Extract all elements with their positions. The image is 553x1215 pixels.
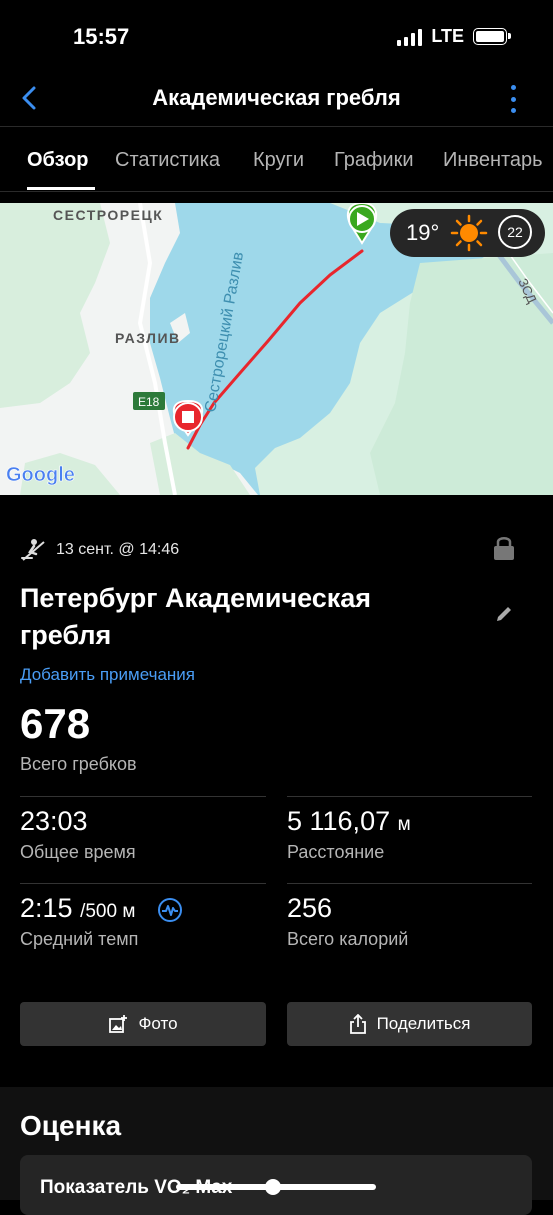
tab-laps[interactable]: Круги	[253, 149, 304, 172]
photo-button[interactable]: Фото	[20, 1002, 266, 1046]
tab-statistics[interactable]: Статистика	[115, 149, 220, 172]
divider	[0, 191, 553, 192]
stat-pace-unit: /500 м	[80, 901, 136, 922]
status-indicators: LTE	[397, 26, 511, 47]
add-photo-icon	[109, 1015, 128, 1033]
activity-meta: 13 сент. @ 14:46	[20, 537, 179, 563]
tab-overview[interactable]: Обзор	[27, 149, 89, 172]
share-button-label: Поделиться	[376, 1014, 471, 1033]
stat-distance-value: 5 116,07 м	[287, 806, 411, 837]
map-label-road: E18	[138, 395, 160, 409]
tab-gear[interactable]: Инвентарь	[443, 149, 543, 172]
share-button[interactable]: Поделиться	[287, 1002, 532, 1046]
page-title: Академическая гребля	[152, 85, 401, 110]
tab-bar: Обзор Статистика Круги Графики Инвентарь	[0, 127, 553, 191]
tab-charts[interactable]: Графики	[334, 149, 414, 172]
divider	[20, 796, 266, 797]
status-bar: 15:57 LTE	[0, 0, 553, 76]
weather-badge: 19° 22	[390, 209, 545, 257]
pencil-icon[interactable]	[494, 604, 514, 624]
heart-rate-zone-icon[interactable]	[157, 897, 183, 923]
divider	[20, 883, 266, 884]
weather-temperature: 19°	[406, 220, 440, 245]
stat-distance-label: Расстояние	[287, 842, 385, 862]
more-dot-icon	[510, 108, 516, 113]
stat-time-label: Общее время	[20, 842, 136, 862]
network-type: LTE	[431, 26, 464, 46]
more-dot-icon	[510, 96, 516, 102]
stat-pace-label: Средний темп	[20, 929, 139, 949]
sun-icon	[450, 214, 488, 252]
active-tab-indicator	[27, 187, 95, 190]
photo-button-label: Фото	[138, 1014, 178, 1033]
share-icon	[349, 1014, 366, 1034]
total-strokes-value: 678	[20, 700, 91, 747]
wind-speed: 22	[507, 224, 523, 240]
activity-name: Петербург Академическая гребля	[20, 583, 372, 650]
divider	[287, 796, 532, 797]
signal-icon	[397, 28, 423, 46]
battery-icon	[473, 28, 511, 45]
stat-distance-unit: м	[397, 814, 411, 835]
stat-distance-number: 5 116,07	[287, 806, 391, 836]
assessment-title: Оценка	[20, 1110, 122, 1141]
stat-calories-label: Всего калорий	[287, 929, 409, 949]
home-indicator[interactable]	[176, 1184, 376, 1190]
add-notes-link[interactable]: Добавить примечания	[20, 665, 195, 685]
stat-calories-value: 256	[287, 893, 332, 924]
stat-calories-number: 256	[287, 893, 333, 923]
stat-pace-value: 2:15 /500 м	[20, 893, 135, 924]
activity-date: 13 сент. @ 14:46	[56, 541, 180, 558]
map-label-sestroretsk: СЕСТРОРЕЦК	[53, 207, 163, 223]
divider	[287, 883, 532, 884]
stat-time-number: 23:03	[20, 806, 88, 836]
lock-icon[interactable]	[492, 534, 516, 562]
navigation-bar: Академическая гребля	[0, 76, 553, 126]
wind-direction-icon: 22	[498, 215, 532, 249]
total-strokes-label: Всего гребков	[20, 754, 137, 774]
map-label-razliv: РАЗЛИВ	[115, 330, 181, 346]
status-time: 15:57	[73, 24, 130, 49]
stat-time-value: 23:03	[20, 806, 88, 837]
rowing-icon	[21, 539, 45, 561]
stat-pace-number: 2:15	[20, 893, 73, 923]
more-dot-icon	[510, 85, 516, 90]
more-options-button[interactable]	[503, 85, 523, 113]
google-logo: Google	[6, 464, 75, 486]
